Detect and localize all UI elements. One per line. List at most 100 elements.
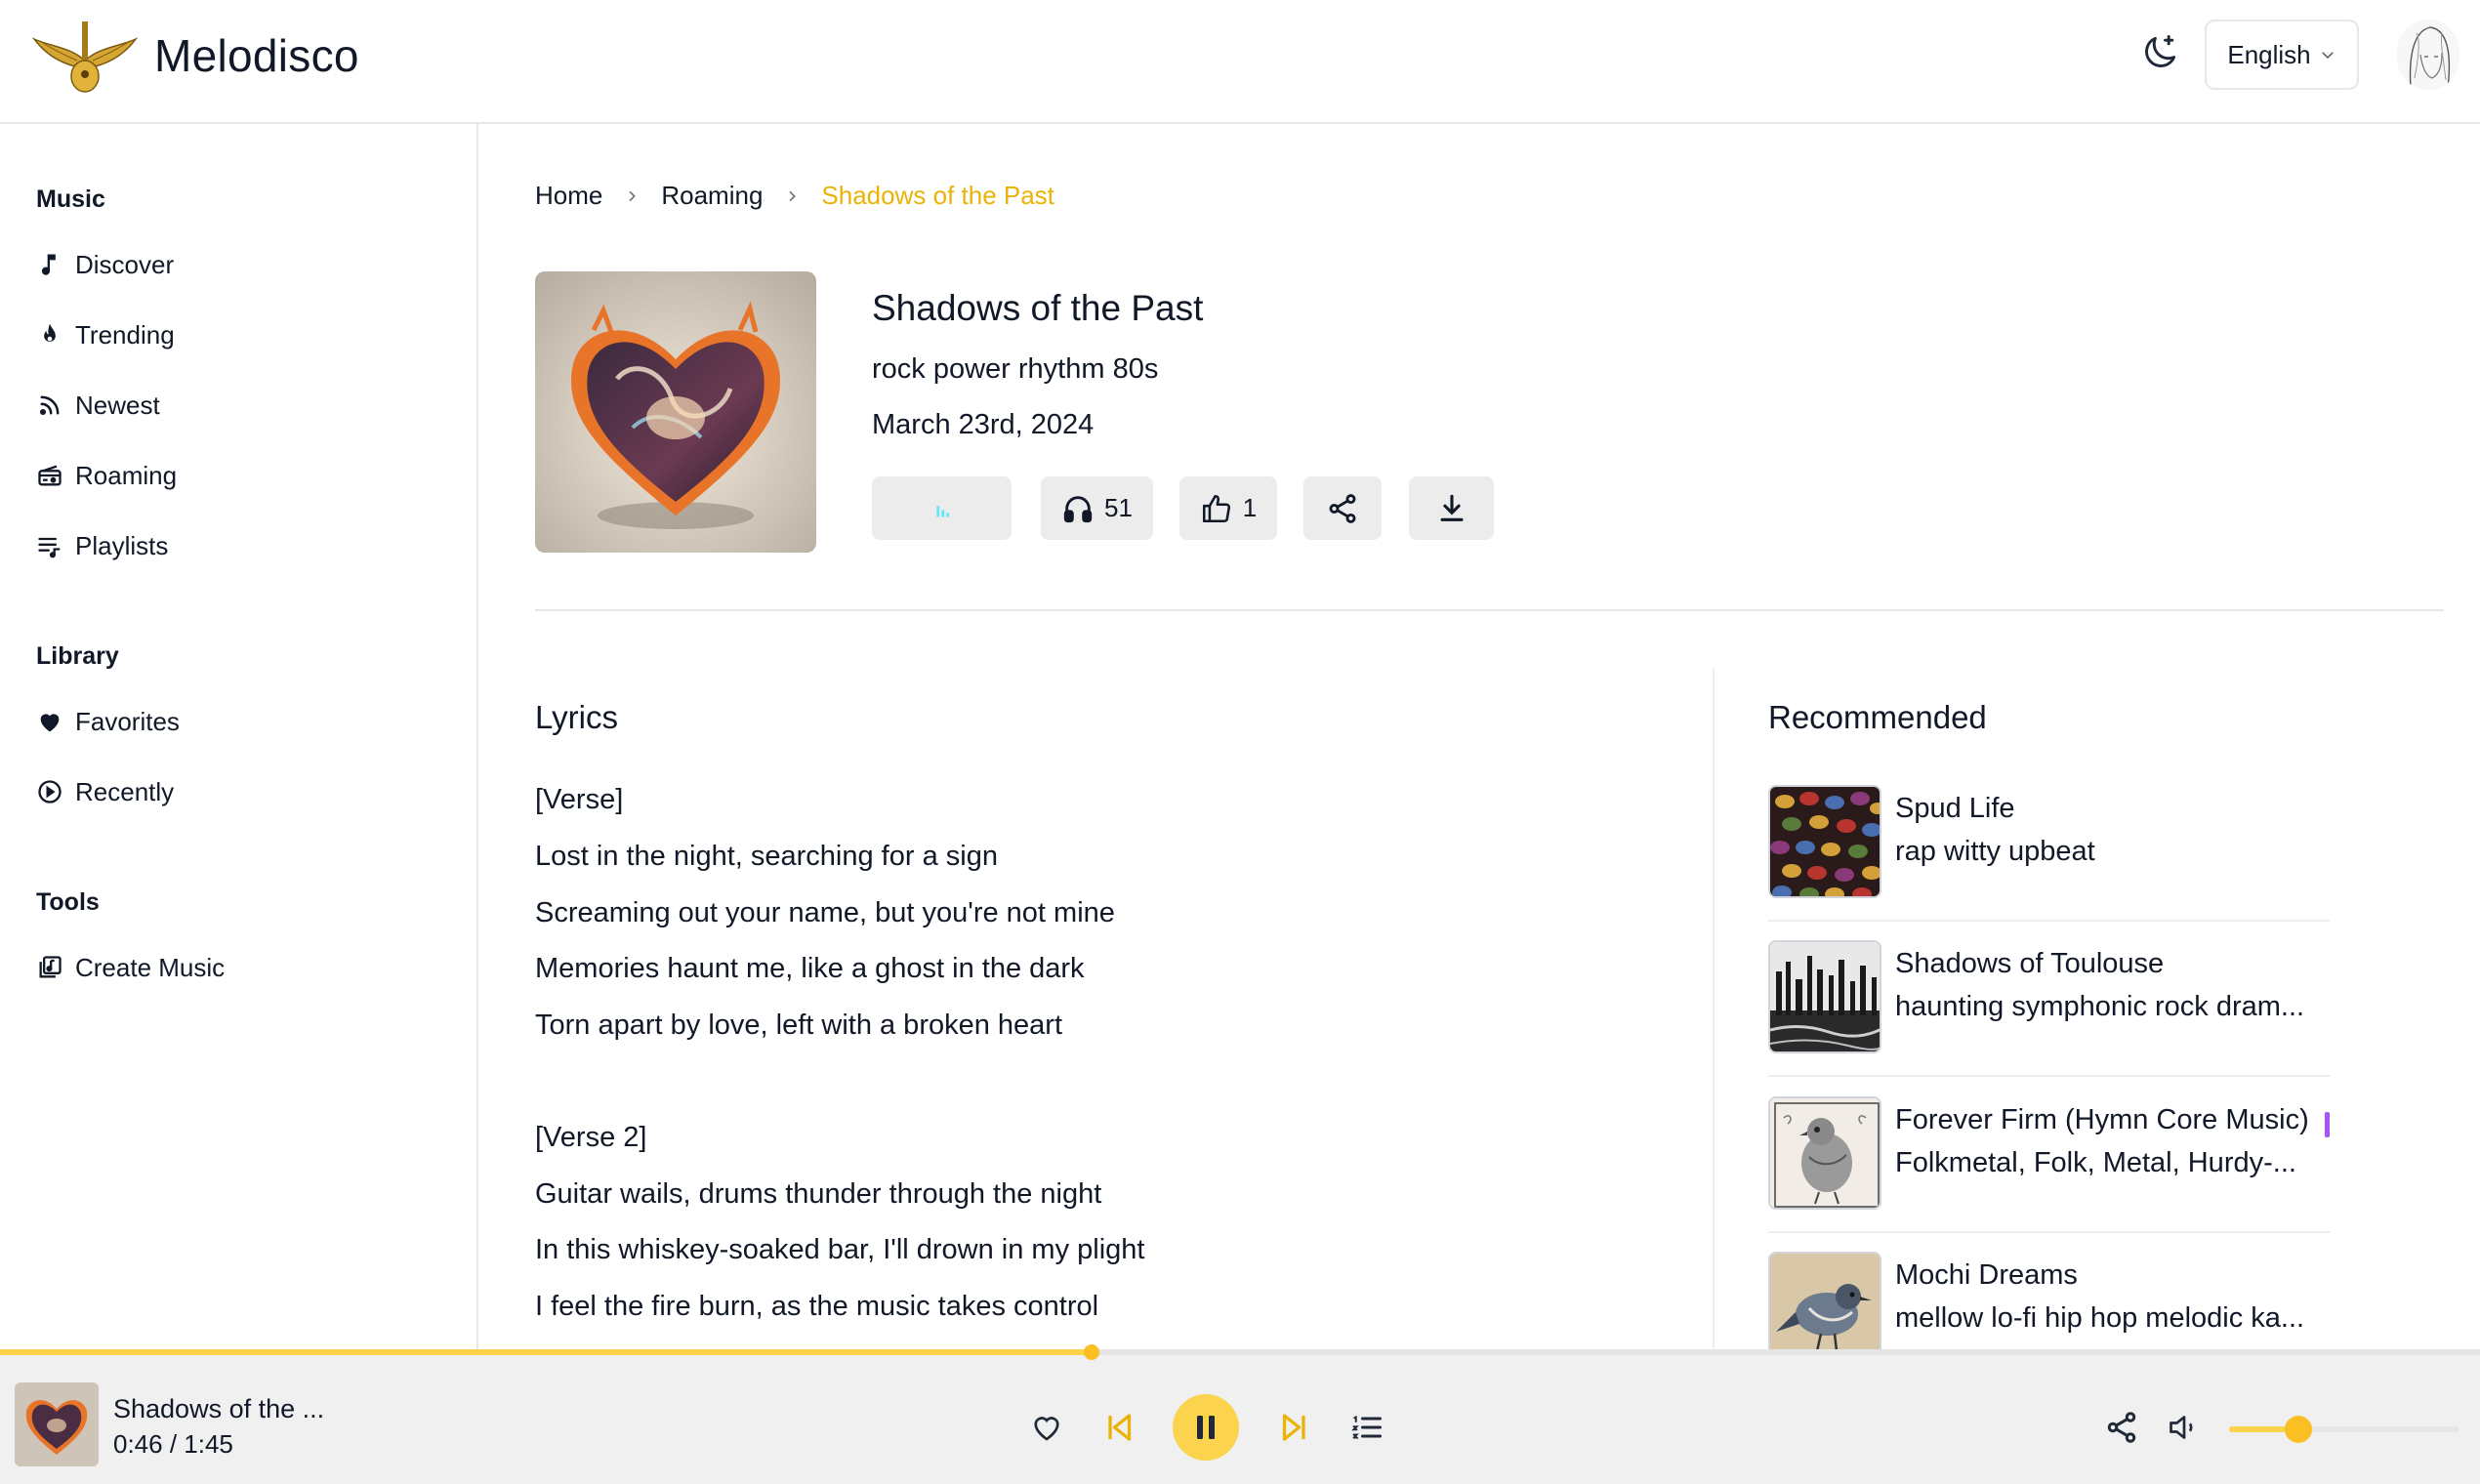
sidebar-item-create-music[interactable]: Create Music	[36, 944, 225, 991]
like-count: 1	[1242, 493, 1258, 522]
create-music-icon	[36, 954, 63, 981]
like-button[interactable]: 1	[1179, 476, 1277, 540]
lyric-line: Guitar wails, drums thunder through the …	[535, 1178, 1102, 1210]
lyric-line: [Verse]	[535, 784, 624, 815]
progress-knob[interactable]	[1083, 1344, 1099, 1360]
language-select[interactable]: English	[2205, 20, 2359, 90]
player-cover	[15, 1382, 99, 1466]
lyric-line: I feel the fire burn, as the music takes…	[535, 1291, 1099, 1322]
recommended-title: Shadows of Toulouse	[1895, 948, 2165, 979]
sidebar-item-label: Newest	[75, 390, 160, 420]
lyric-line: [Verse 2]	[535, 1122, 647, 1153]
play-circle-icon	[36, 778, 63, 805]
breadcrumb: Home Roaming Shadows of the Past	[535, 181, 1054, 211]
pause-button[interactable]	[1173, 1394, 1239, 1461]
recommended-title: Spud Life	[1895, 793, 2015, 824]
song-cover	[535, 271, 816, 553]
radio-icon	[36, 462, 63, 489]
sidebar-item-label: Discover	[75, 249, 175, 279]
app-name[interactable]: Melodisco	[154, 29, 359, 82]
melodisco-logo[interactable]	[31, 18, 139, 96]
headphones-icon	[1063, 495, 1093, 522]
listen-count: 51	[1104, 493, 1133, 522]
download-button[interactable]	[1409, 476, 1494, 540]
recommended-item[interactable]: Spud Life rap witty upbeat	[1768, 785, 2330, 922]
recommended-description: Folkmetal, Folk, Metal, Hurdy-...	[1895, 1147, 2296, 1178]
app-header: Melodisco English	[0, 0, 2480, 124]
recommended-heading: Recommended	[1768, 699, 1987, 735]
player-song-title: Shadows of the ...	[113, 1394, 325, 1423]
share-button[interactable]	[1303, 476, 1382, 540]
next-track-icon[interactable]	[1277, 1410, 1312, 1445]
breadcrumb-current: Shadows of the Past	[821, 181, 1054, 210]
lyric-line: Lost in the night, searching for a sign	[535, 841, 998, 872]
recommended-item[interactable]: Forever Firm (Hymn Core Music) Folkmetal…	[1768, 1096, 2330, 1233]
heart-icon	[36, 708, 63, 735]
breadcrumb-home[interactable]: Home	[535, 181, 602, 211]
previous-track-icon[interactable]	[1101, 1410, 1137, 1445]
chevron-right-icon	[602, 188, 661, 204]
sidebar-section-tools: Tools	[36, 888, 100, 916]
sidebar-item-favorites[interactable]: Favorites	[36, 698, 180, 745]
player-time: 0:46 / 1:45	[113, 1429, 233, 1459]
play-song-button[interactable]	[872, 476, 1012, 540]
queue-list-icon[interactable]	[1349, 1410, 1385, 1445]
lyric-line: Torn apart by love, left with a broken h…	[535, 1010, 1063, 1041]
dark-mode-toggle-icon[interactable]	[2138, 31, 2181, 74]
recommended-title: Mochi Dreams	[1895, 1259, 2078, 1291]
sidebar-item-label: Favorites	[75, 706, 180, 736]
user-avatar[interactable]	[2397, 20, 2459, 90]
listen-count-button[interactable]: 51	[1041, 476, 1153, 540]
recommended-item[interactable]: Shadows of Toulouse haunting symphonic r…	[1768, 940, 2330, 1077]
section-divider	[535, 609, 2444, 611]
sidebar-item-label: Playlists	[75, 530, 169, 560]
player-bar: Shadows of the ... 0:46 / 1:45	[0, 1344, 2480, 1484]
share-icon	[1329, 493, 1356, 523]
recommended-title: Forever Firm (Hymn Core Music)	[1895, 1104, 2309, 1135]
favorite-icon[interactable]	[1029, 1410, 1064, 1445]
progress-bar[interactable]	[0, 1344, 2480, 1360]
equalizer-icon	[935, 505, 949, 516]
recommended-thumbnail	[1768, 940, 1881, 1053]
overflow-badge	[2325, 1112, 2330, 1137]
sidebar-item-roaming[interactable]: Roaming	[36, 452, 177, 499]
sidebar-item-newest[interactable]: Newest	[36, 382, 160, 429]
sidebar-section-music: Music	[36, 186, 105, 213]
volume-knob[interactable]	[2284, 1416, 2312, 1443]
sidebar-item-trending[interactable]: Trending	[36, 311, 175, 358]
song-title: Shadows of the Past	[872, 288, 1204, 328]
chevron-right-icon	[763, 188, 821, 204]
lyric-line: In this whiskey-soaked bar, I'll drown i…	[535, 1234, 1145, 1265]
recommended-thumbnail	[1768, 785, 1881, 898]
sidebar-section-library: Library	[36, 642, 119, 670]
sidebar-item-discover[interactable]: Discover	[36, 241, 174, 288]
lyric-line: Memories haunt me, like a ghost in the d…	[535, 953, 1085, 984]
recommended-thumbnail	[1768, 1252, 1881, 1349]
song-tags: rock power rhythm 80s	[872, 353, 1159, 385]
sidebar: Music Discover Trending Newest Roaming P…	[0, 124, 478, 1349]
sidebar-item-playlists[interactable]: Playlists	[36, 522, 168, 569]
sidebar-item-recently[interactable]: Recently	[36, 768, 174, 815]
recommended-item[interactable]: Mochi Dreams mellow lo-fi hip hop melodi…	[1768, 1252, 2330, 1349]
share-icon[interactable]	[2104, 1410, 2139, 1445]
progress-fill	[0, 1349, 1092, 1355]
lyrics-heading: Lyrics	[535, 699, 618, 735]
column-divider	[1713, 668, 1715, 1351]
pause-icon	[1197, 1416, 1215, 1439]
recommended-description: rap witty upbeat	[1895, 836, 2095, 867]
song-date: March 23rd, 2024	[872, 409, 1095, 440]
flame-icon	[36, 321, 63, 349]
recommended-thumbnail	[1768, 1096, 1881, 1210]
sidebar-item-label: Trending	[75, 319, 175, 350]
recommended-description: haunting symphonic rock dram...	[1895, 991, 2305, 1022]
sidebar-item-label: Create Music	[75, 952, 226, 982]
chevron-down-icon	[2321, 52, 2334, 60]
sidebar-item-label: Recently	[75, 776, 175, 806]
volume-icon[interactable]	[2167, 1410, 2202, 1445]
sidebar-item-label: Roaming	[75, 460, 178, 490]
volume-slider[interactable]	[2229, 1416, 2459, 1443]
rss-icon	[36, 392, 63, 419]
music-note-icon	[36, 251, 63, 278]
breadcrumb-roaming[interactable]: Roaming	[661, 181, 763, 211]
lyric-line: Screaming out your name, but you're not …	[535, 897, 1115, 928]
